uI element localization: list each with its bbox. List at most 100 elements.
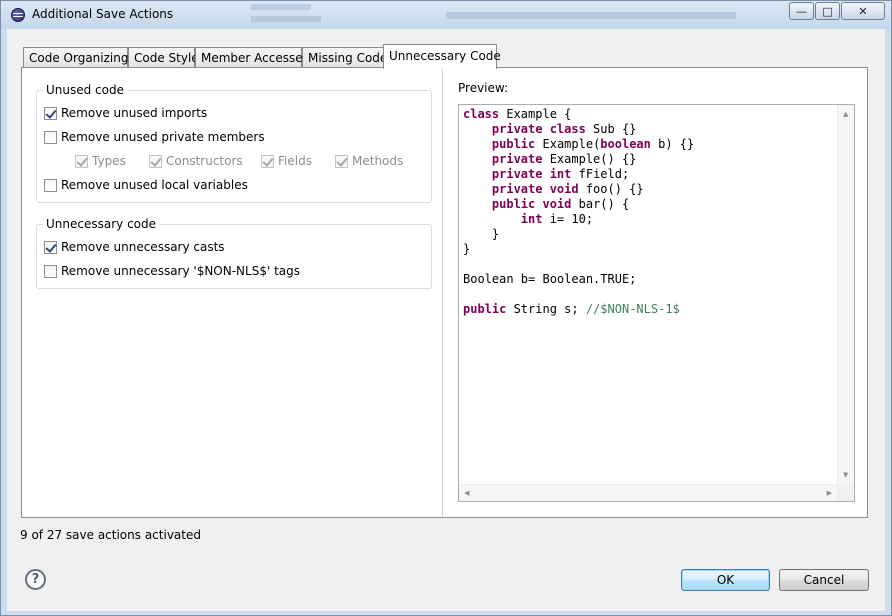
fields-option: Fields <box>261 153 312 169</box>
code-token: } <box>463 227 500 241</box>
code-token: class <box>463 107 500 121</box>
scroll-down-icon[interactable]: ▼ <box>843 472 848 479</box>
scroll-left-icon[interactable]: ◀ <box>464 490 469 497</box>
scroll-corner <box>837 484 854 501</box>
code-token: public <box>491 137 536 151</box>
code-line: class Example { <box>463 107 694 122</box>
code-token: //$NON-NLS-1$ <box>585 302 680 316</box>
types-option: Types <box>75 153 126 169</box>
remove-unused-local-variables-checkbox[interactable] <box>44 178 57 192</box>
close-button[interactable]: ✕ <box>841 2 885 20</box>
remove-unnecessary-nls-tags-option[interactable]: Remove unnecessary '$NON-NLS$' tags <box>44 263 300 279</box>
close-icon: ✕ <box>858 4 868 18</box>
code-line: private void foo() {} <box>463 182 694 197</box>
help-icon[interactable]: ? <box>25 569 46 590</box>
remove-unnecessary-nls-tags-label: Remove unnecessary '$NON-NLS$' tags <box>61 264 301 278</box>
types-label: Types <box>92 154 126 168</box>
remove-unused-imports-option[interactable]: Remove unused imports <box>44 105 207 121</box>
code-token: public <box>463 302 507 316</box>
code-token: bar() { <box>571 197 630 211</box>
ok-button[interactable]: OK <box>681 569 770 591</box>
window-controls: — □ ✕ <box>789 2 885 20</box>
status-text: 9 of 27 save actions activated <box>20 528 201 542</box>
code-token: String s; <box>506 302 586 316</box>
code-line: private int fField; <box>463 167 694 182</box>
code-line: private Example() {} <box>463 152 694 167</box>
code-token: Example { <box>499 107 572 121</box>
remove-unused-local-variables-label: Remove unused local variables <box>61 178 248 192</box>
unused-code-title: Unused code <box>43 83 127 97</box>
remove-unnecessary-casts-checkbox[interactable] <box>44 240 57 254</box>
code-line: public Example(boolean b) {} <box>463 137 694 152</box>
code-token: foo() {} <box>578 182 644 196</box>
code-token: Boolean b= Boolean.TRUE; <box>463 272 637 286</box>
remove-unnecessary-casts-label: Remove unnecessary casts <box>61 240 225 254</box>
tab-missing-code[interactable]: Missing Code <box>302 47 387 68</box>
fields-checkbox <box>261 154 274 168</box>
dialog-content: Code Organizing Code Style Member Access… <box>7 29 885 611</box>
remove-unused-private-members-option[interactable]: Remove unused private members <box>44 129 265 145</box>
panel-divider[interactable] <box>442 68 443 517</box>
code-token: Example() {} <box>542 152 637 166</box>
code-token: b) {} <box>650 137 695 151</box>
scroll-right-icon[interactable]: ▶ <box>827 490 832 497</box>
tab-member-accesses[interactable]: Member Accesses <box>195 47 309 68</box>
types-checkbox <box>75 154 88 168</box>
code-token: private int <box>491 167 572 181</box>
eclipse-logo-icon <box>11 8 25 22</box>
code-token: public void <box>491 197 572 211</box>
code-token: i= 10; <box>542 212 594 226</box>
scroll-up-icon[interactable]: ▲ <box>843 111 848 118</box>
minimize-icon: — <box>796 4 807 18</box>
maximize-button[interactable]: □ <box>815 2 840 20</box>
vertical-scrollbar[interactable]: ▲ ▼ <box>837 105 854 485</box>
code-line: public void bar() { <box>463 197 694 212</box>
code-token: int <box>520 212 543 226</box>
code-token: Example( <box>535 137 601 151</box>
tab-code-style[interactable]: Code Style <box>128 47 199 68</box>
title-bar[interactable]: Additional Save Actions — □ ✕ <box>1 1 891 29</box>
background-window-ghost <box>211 1 771 29</box>
constructors-label: Constructors <box>166 154 243 168</box>
horizontal-scrollbar[interactable]: ◀ ▶ <box>459 484 837 501</box>
code-line: } <box>463 242 694 257</box>
constructors-checkbox <box>149 154 162 168</box>
tab-code-organizing[interactable]: Code Organizing <box>23 47 128 68</box>
code-line: public String s; //$NON-NLS-1$ <box>463 302 694 317</box>
remove-unused-private-members-checkbox[interactable] <box>44 130 57 144</box>
remove-unused-local-variables-option[interactable]: Remove unused local variables <box>44 177 248 193</box>
remove-unnecessary-nls-tags-checkbox[interactable] <box>44 264 57 278</box>
remove-unused-imports-label: Remove unused imports <box>61 106 208 120</box>
preview-label: Preview: <box>458 81 509 95</box>
code-line: private class Sub {} <box>463 122 694 137</box>
remove-unused-imports-checkbox[interactable] <box>44 106 57 120</box>
fields-label: Fields <box>278 154 312 168</box>
window-title: Additional Save Actions <box>32 7 174 21</box>
code-line: int i= 10; <box>463 212 694 227</box>
preview-code-viewer[interactable]: class Example { private class Sub {} pub… <box>458 104 855 502</box>
minimize-button[interactable]: — <box>789 2 814 20</box>
methods-checkbox <box>335 154 348 168</box>
remove-unnecessary-casts-option[interactable]: Remove unnecessary casts <box>44 239 225 255</box>
code-token: Sub {} <box>585 122 637 136</box>
unused-code-group: Unused code Remove unused imports Remove… <box>36 83 432 203</box>
constructors-option: Constructors <box>149 153 243 169</box>
cancel-button[interactable]: Cancel <box>779 569 869 591</box>
code-line: Boolean b= Boolean.TRUE; <box>463 272 694 287</box>
code-token: boolean <box>600 137 651 151</box>
remove-unused-private-members-label: Remove unused private members <box>61 130 265 144</box>
tab-panel: Unused code Remove unused imports Remove… <box>21 67 868 518</box>
tab-unnecessary-code[interactable]: Unnecessary Code <box>383 44 501 69</box>
code-token: private class <box>491 122 586 136</box>
maximize-icon: □ <box>822 4 833 18</box>
methods-label: Methods <box>352 154 404 168</box>
